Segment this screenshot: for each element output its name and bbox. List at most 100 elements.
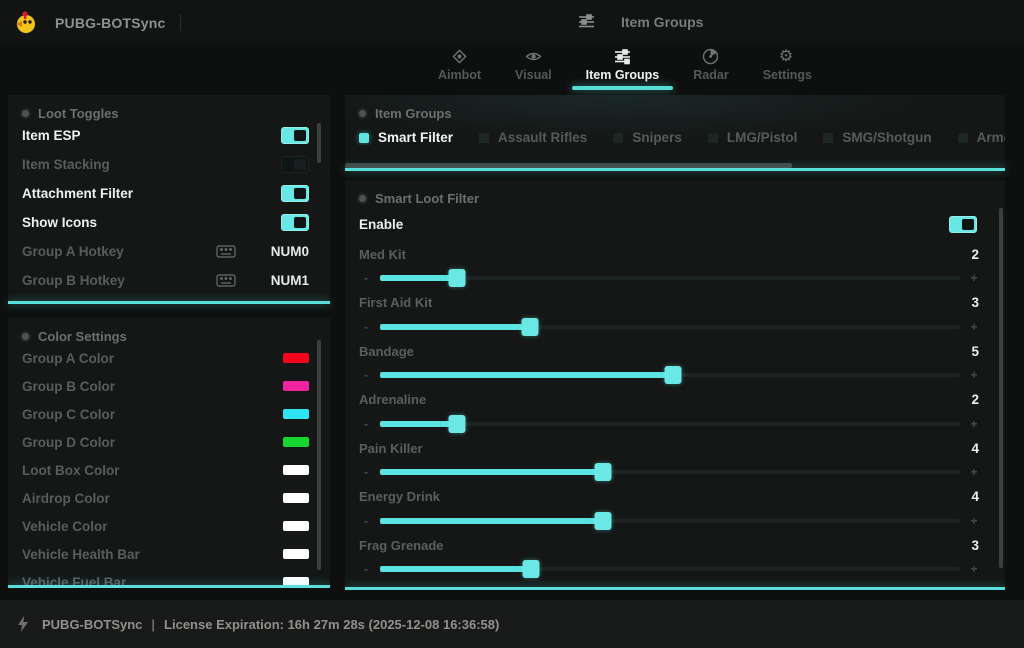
increment-button[interactable]: +: [967, 315, 981, 339]
group-tab-snipers[interactable]: Snipers: [613, 130, 682, 145]
item-esp-toggle[interactable]: [281, 127, 309, 144]
decrement-button[interactable]: -: [359, 266, 373, 290]
tab-visual[interactable]: Visual: [515, 48, 552, 90]
group-tab-lmg-pistol[interactable]: LMG/Pistol: [708, 130, 798, 145]
tab-radar[interactable]: Radar: [693, 48, 728, 90]
section-dot-icon: [359, 110, 366, 117]
setting-label: Loot Box Color: [22, 463, 120, 478]
group-b-hotkey-value[interactable]: NUM1: [263, 273, 309, 288]
slider-group-bandage: Bandage 5 - +: [359, 339, 981, 388]
group-a-hotkey-value[interactable]: NUM0: [263, 244, 309, 259]
section-title: Loot Toggles: [38, 106, 119, 121]
group-tab-armor-bag[interactable]: Armor/Bag: [958, 130, 1005, 145]
loot-box-color-swatch[interactable]: [283, 465, 309, 475]
slider-group-frag-grenade: Frag Grenade 3 - +: [359, 533, 981, 582]
active-tab-underline: [572, 86, 674, 90]
med-kit-slider[interactable]: [380, 276, 960, 280]
group-tab-label: Armor/Bag: [977, 130, 1005, 145]
vehicle-health-bar-color-swatch[interactable]: [283, 549, 309, 559]
tab-bullet-icon: [613, 133, 623, 143]
slider-label: Adrenaline: [359, 392, 426, 407]
setting-row-group-a-hotkey: Group A Hotkey NUM0: [8, 237, 330, 266]
eye-icon: [525, 48, 542, 65]
setting-row-item-stacking: Item Stacking: [8, 150, 330, 179]
filter-panel-scrollbar[interactable]: [999, 208, 1003, 568]
slider-fill: [380, 518, 603, 524]
panel-separator: [8, 585, 330, 588]
group-c-color-swatch[interactable]: [283, 409, 309, 419]
increment-button[interactable]: +: [967, 509, 981, 533]
energy-drink-slider[interactable]: [380, 519, 960, 523]
frag-grenade-slider[interactable]: [380, 567, 960, 571]
decrement-button[interactable]: -: [359, 412, 373, 436]
slider-label: Med Kit: [359, 247, 406, 262]
tab-bullet-icon: [823, 133, 833, 143]
slider-thumb[interactable]: [665, 366, 682, 384]
slider-thumb[interactable]: [448, 415, 465, 433]
bandage-slider[interactable]: [380, 373, 960, 377]
group-a-color-swatch[interactable]: [283, 353, 309, 363]
slider-value: 4: [971, 441, 981, 456]
group-tab-smg-shotgun[interactable]: SMG/Shotgun: [823, 130, 931, 145]
slider-label: Bandage: [359, 344, 414, 359]
item-stacking-toggle[interactable]: [281, 156, 309, 173]
license-expiration: License Expiration: 16h 27m 28s (2025-12…: [164, 617, 499, 632]
attachment-filter-toggle[interactable]: [281, 185, 309, 202]
increment-button[interactable]: +: [967, 266, 981, 290]
palette-icon: [22, 333, 29, 340]
adrenaline-slider[interactable]: [380, 422, 960, 426]
increment-button[interactable]: +: [967, 557, 981, 581]
item-groups-panel: Item Groups Smart Filter Assault Rifles …: [345, 95, 1005, 171]
setting-label: Group A Hotkey: [22, 244, 124, 259]
decrement-button[interactable]: -: [359, 557, 373, 581]
tab-label: Item Groups: [586, 68, 660, 82]
group-tab-assault-rifles[interactable]: Assault Rifles: [479, 130, 587, 145]
decrement-button[interactable]: -: [359, 315, 373, 339]
slider-value: 5: [971, 344, 981, 359]
loot-toggles-panel: Loot Toggles Item ESP Item Stacking Atta…: [8, 95, 330, 304]
slider-thumb[interactable]: [521, 318, 538, 336]
group-b-color-swatch[interactable]: [283, 381, 309, 391]
increment-button[interactable]: +: [967, 363, 981, 387]
airdrop-color-swatch[interactable]: [283, 493, 309, 503]
title-bar: PUBG-BOTSync Item Groups: [0, 0, 1024, 45]
slider-value: 4: [971, 489, 981, 504]
tab-item-groups[interactable]: Item Groups: [586, 48, 660, 90]
group-d-color-swatch[interactable]: [283, 437, 309, 447]
increment-button[interactable]: +: [967, 460, 981, 484]
slider-group-pain-killer: Pain Killer 4 - +: [359, 436, 981, 485]
section-title: Item Groups: [375, 106, 452, 121]
slider-thumb[interactable]: [594, 512, 611, 530]
color-panel-scrollbar[interactable]: [317, 340, 321, 570]
slider-thumb[interactable]: [594, 463, 611, 481]
vehicle-color-swatch[interactable]: [283, 521, 309, 531]
first-aid-kit-slider[interactable]: [380, 325, 960, 329]
color-row: Group D Color: [8, 428, 330, 456]
keyboard-icon: [216, 245, 236, 258]
lightning-icon: [18, 616, 28, 632]
increment-button[interactable]: +: [967, 412, 981, 436]
slider-fill: [380, 469, 603, 475]
setting-row-group-b-hotkey: Group B Hotkey NUM1: [8, 266, 330, 295]
smart-filter-enable-toggle[interactable]: [949, 216, 977, 233]
setting-label: Vehicle Health Bar: [22, 547, 140, 562]
pain-killer-slider[interactable]: [380, 470, 960, 474]
setting-label: Group B Hotkey: [22, 273, 125, 288]
group-tab-label: Assault Rifles: [498, 130, 587, 145]
slider-thumb[interactable]: [522, 560, 539, 578]
decrement-button[interactable]: -: [359, 509, 373, 533]
slider-group-energy-drink: Energy Drink 4 - +: [359, 485, 981, 534]
group-tab-smart-filter[interactable]: Smart Filter: [359, 130, 453, 145]
tab-aimbot[interactable]: Aimbot: [438, 48, 481, 90]
show-icons-toggle[interactable]: [281, 214, 309, 231]
slider-fill: [380, 421, 457, 427]
slider-thumb[interactable]: [448, 269, 465, 287]
decrement-button[interactable]: -: [359, 460, 373, 484]
license-status: PUBG-BOTSync|License Expiration: 16h 27m…: [42, 617, 499, 632]
setting-label: Show Icons: [22, 215, 97, 230]
decrement-button[interactable]: -: [359, 363, 373, 387]
loot-panel-scrollbar[interactable]: [317, 123, 321, 163]
setting-label: Group C Color: [22, 407, 115, 422]
setting-label: Group D Color: [22, 435, 115, 450]
tab-settings[interactable]: ⚙ Settings: [763, 48, 812, 90]
